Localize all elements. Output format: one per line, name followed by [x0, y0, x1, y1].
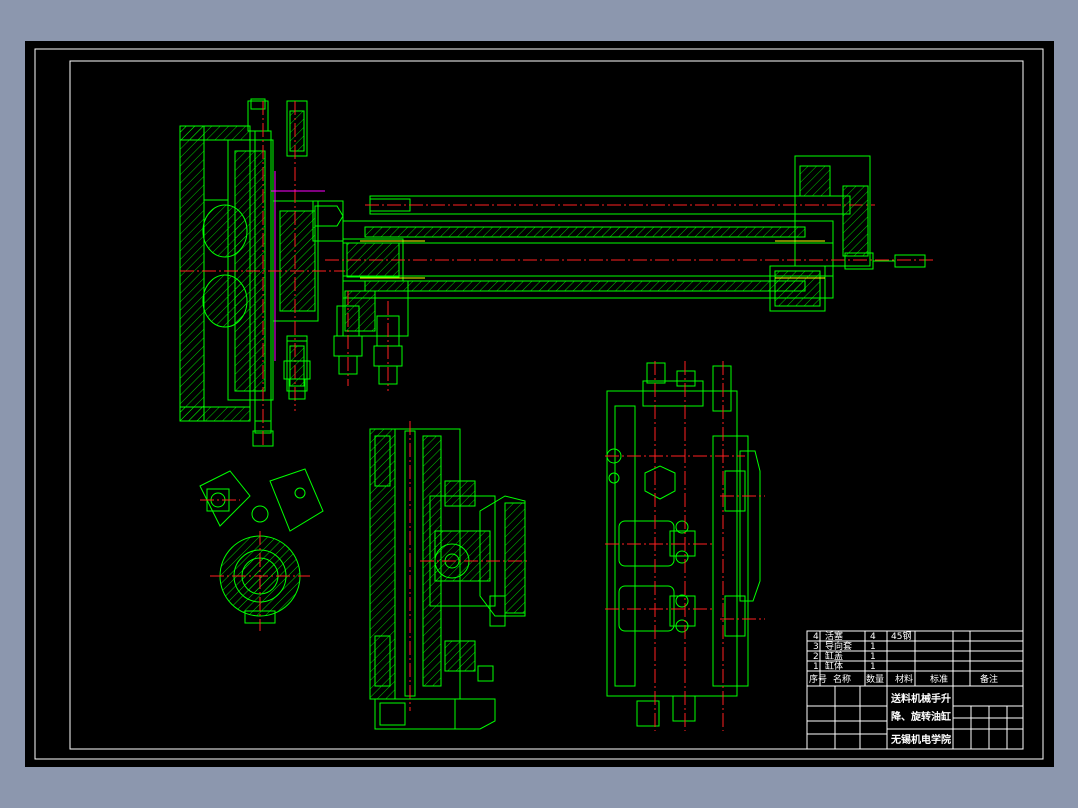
drawing-title-line2: 降、旋转油缸	[891, 710, 951, 723]
title-block: 4 活塞 4 45钢 3 导向套 1 2 缸盖 1 1 缸体 1 序号 名称 数…	[806, 630, 1024, 750]
parts-row4-name: 活塞	[825, 630, 843, 642]
parts-row2-no: 2	[813, 652, 819, 662]
header-name: 名称	[833, 673, 851, 685]
school-name: 无锡机电学院	[890, 733, 951, 746]
parts-row4-material: 45钢	[891, 630, 911, 642]
header-remark: 备注	[980, 673, 998, 685]
arm-view	[325, 155, 935, 337]
header-standard: 标准	[930, 673, 948, 685]
parts-row3-qty: 1	[870, 642, 876, 652]
parts-row1-name: 缸体	[825, 660, 843, 672]
engineering-drawing: 4 活塞 4 45钢 3 导向套 1 2 缸盖 1 1 缸体 1 序号 名称 数…	[34, 48, 1044, 760]
header-material: 材料	[895, 673, 913, 685]
parts-row1-qty: 1	[870, 662, 876, 672]
cad-canvas[interactable]: 4 活塞 4 45钢 3 导向套 1 2 缸盖 1 1 缸体 1 序号 名称 数…	[25, 41, 1054, 767]
parts-row1-no: 1	[813, 662, 819, 672]
parts-row2-name: 缸盖	[825, 650, 843, 662]
main-view-cylinder	[179, 98, 345, 447]
parts-row3-name: 导向套	[825, 640, 852, 652]
header-qty: 数量	[866, 673, 884, 685]
header-no: 序号	[809, 673, 827, 685]
parts-row4-qty: 4	[870, 632, 876, 642]
front-view-valve-block	[605, 361, 765, 731]
parts-row3-no: 3	[813, 642, 819, 652]
parts-row2-qty: 1	[870, 652, 876, 662]
drawing-title-line1: 送料机械手升	[890, 692, 951, 705]
section-view	[369, 421, 530, 730]
parts-row4-no: 4	[813, 632, 819, 642]
side-view-flange	[199, 468, 324, 631]
inner-frame	[69, 60, 1024, 750]
